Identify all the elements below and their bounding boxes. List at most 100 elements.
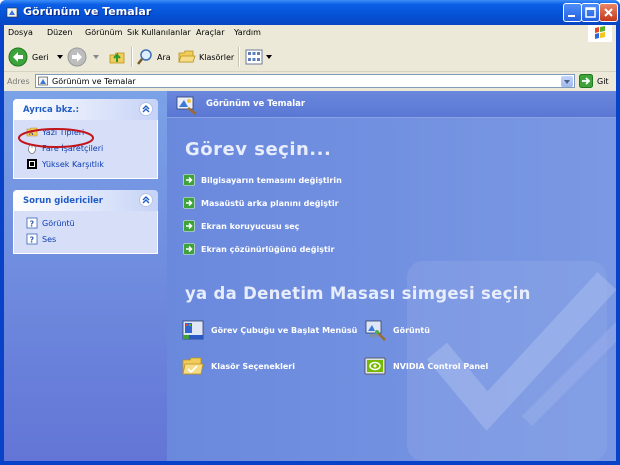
close-button[interactable] xyxy=(599,3,618,22)
task-change-background[interactable]: Masaüstü arka planını değiştir xyxy=(183,197,339,209)
cp-taskbar-start-menu-label: Görev Çubuğu ve Başlat Menüsü xyxy=(211,325,358,335)
see-also-panel: Ayrıca bkz.: A Yazı Tipleri Fare İşaretç… xyxy=(13,99,158,179)
cp-display[interactable]: Görüntü xyxy=(363,318,430,342)
toolbar: Geri Ara Klasörler xyxy=(4,42,616,72)
chevron-up-icon xyxy=(142,196,150,204)
task-pane: Ayrıca bkz.: A Yazı Tipleri Fare İşaretç… xyxy=(4,91,167,461)
troubleshooters-header[interactable]: Sorun gidericiler xyxy=(13,190,158,211)
task-arrow-icon xyxy=(183,174,195,186)
taskbar-icon xyxy=(182,320,204,340)
link-high-contrast[interactable]: Yüksek Karşıtlık xyxy=(26,158,104,170)
go-label: Git xyxy=(597,76,609,86)
address-bar: Adres Görünüm ve Temalar Git xyxy=(4,72,616,92)
appearance-themes-icon xyxy=(176,96,197,115)
pick-task-heading: Görev seçin... xyxy=(185,139,332,160)
window-border-right xyxy=(616,25,620,465)
folders-button[interactable]: Klasörler xyxy=(178,46,234,68)
task-screen-saver-label: Ekran koruyucusu seç xyxy=(201,221,300,231)
window-title: Görünüm ve Temalar xyxy=(23,5,152,18)
forward-button[interactable] xyxy=(67,46,99,68)
go-button[interactable]: Git xyxy=(579,74,609,88)
appearance-icon xyxy=(38,76,48,86)
collapse-button[interactable] xyxy=(139,102,153,116)
menu-yardim[interactable]: Yardım xyxy=(234,28,261,37)
link-display-troubleshooter[interactable]: ? Görüntü xyxy=(26,217,75,229)
cp-nvidia-control-panel-label: NVIDIA Control Panel xyxy=(393,361,489,371)
windows-logo-icon xyxy=(588,25,612,42)
go-arrow-icon xyxy=(579,74,593,88)
highlight-circle xyxy=(18,128,94,148)
back-label: Geri xyxy=(32,52,49,62)
task-arrow-icon xyxy=(183,243,195,255)
chevron-down-icon xyxy=(56,55,63,59)
pick-icon-heading: ya da Denetim Masası simgesi seçin xyxy=(185,284,531,303)
task-arrow-icon xyxy=(183,197,195,209)
menu-gorunum[interactable]: Görünüm xyxy=(85,28,122,37)
svg-text:?: ? xyxy=(30,220,35,229)
menu-sik-kullanilanlar[interactable]: Sık Kullanılanlar xyxy=(127,28,191,37)
nvidia-icon xyxy=(364,357,386,375)
chevron-up-icon xyxy=(142,105,150,113)
help-icon: ? xyxy=(26,217,38,229)
task-change-background-label: Masaüstü arka planını değiştir xyxy=(201,198,339,208)
cp-taskbar-start-menu[interactable]: Görev Çubuğu ve Başlat Menüsü xyxy=(181,318,357,342)
cp-nvidia-control-panel[interactable]: NVIDIA Control Panel xyxy=(363,354,488,378)
chevron-down-icon xyxy=(266,55,272,59)
menu-duzen[interactable]: Düzen xyxy=(47,28,72,37)
help-icon: ? xyxy=(26,233,38,245)
address-value: Görünüm ve Temalar xyxy=(52,77,136,86)
chevron-down-icon xyxy=(93,55,99,59)
task-screen-resolution-label: Ekran çözünürlüğünü değiştir xyxy=(201,244,335,254)
folders-icon xyxy=(178,50,196,63)
minimize-button[interactable] xyxy=(563,3,582,22)
high-contrast-icon xyxy=(27,159,37,169)
back-button[interactable]: Geri xyxy=(8,46,63,68)
link-high-contrast-label: Yüksek Karşıtlık xyxy=(42,159,104,169)
chevron-down-icon xyxy=(564,80,570,84)
troubleshooters-panel: Sorun gidericiler ? Görüntü ? Ses xyxy=(13,190,158,254)
views-button[interactable] xyxy=(245,46,272,68)
link-sound-troubleshooter-label: Ses xyxy=(42,234,57,244)
folder-options-icon xyxy=(182,357,204,375)
main-content: Görünüm ve Temalar Görev seçin... Bilgis… xyxy=(167,91,616,461)
display-icon xyxy=(365,320,386,341)
toolbar-separator xyxy=(238,47,240,67)
troubleshooters-title: Sorun gidericiler xyxy=(23,196,103,206)
task-screen-saver[interactable]: Ekran koruyucusu seç xyxy=(183,220,299,232)
cp-folder-options-label: Klasör Seçenekleri xyxy=(211,361,295,371)
link-display-troubleshooter-label: Görüntü xyxy=(42,218,75,228)
search-label: Ara xyxy=(157,52,171,62)
collapse-button[interactable] xyxy=(139,193,153,207)
see-also-title: Ayrıca bkz.: xyxy=(23,105,79,115)
search-button[interactable]: Ara xyxy=(136,46,171,68)
explorer-window: Görünüm ve Temalar Dosya Düzen Görünüm S… xyxy=(0,0,620,465)
maximize-button[interactable] xyxy=(581,3,600,22)
toolbar-separator xyxy=(131,47,133,67)
folders-label: Klasörler xyxy=(199,52,235,62)
cp-display-label: Görüntü xyxy=(393,325,430,335)
task-arrow-icon xyxy=(183,220,195,232)
address-input[interactable]: Görünüm ve Temalar xyxy=(35,74,575,88)
main-header: Görünüm ve Temalar xyxy=(167,91,616,118)
main-header-title: Görünüm ve Temalar xyxy=(206,99,306,109)
appearance-icon xyxy=(6,7,18,18)
up-folder-icon xyxy=(109,52,125,64)
title-bar[interactable]: Görünüm ve Temalar xyxy=(0,0,620,25)
menu-dosya[interactable]: Dosya xyxy=(8,28,33,37)
cp-folder-options[interactable]: Klasör Seçenekleri xyxy=(181,354,295,378)
see-also-header[interactable]: Ayrıca bkz.: xyxy=(13,99,158,120)
troubleshooters-body: ? Görüntü ? Ses xyxy=(13,211,158,254)
task-screen-resolution[interactable]: Ekran çözünürlüğünü değiştir xyxy=(183,243,334,255)
svg-text:?: ? xyxy=(30,236,35,245)
task-change-theme-label: Bilgisayarın temasını değiştirin xyxy=(201,175,342,185)
back-arrow-icon xyxy=(8,47,28,67)
link-sound-troubleshooter[interactable]: ? Ses xyxy=(26,233,56,245)
window-border-bottom xyxy=(0,461,620,465)
address-dropdown-button[interactable] xyxy=(561,76,573,87)
up-folder-button[interactable] xyxy=(108,46,126,68)
task-change-theme[interactable]: Bilgisayarın temasını değiştirin xyxy=(183,174,342,186)
menu-araclar[interactable]: Araçlar xyxy=(196,28,224,37)
search-icon xyxy=(137,49,152,65)
views-icon xyxy=(245,49,263,65)
menu-bar: Dosya Düzen Görünüm Sık Kullanılanlar Ar… xyxy=(4,25,616,43)
